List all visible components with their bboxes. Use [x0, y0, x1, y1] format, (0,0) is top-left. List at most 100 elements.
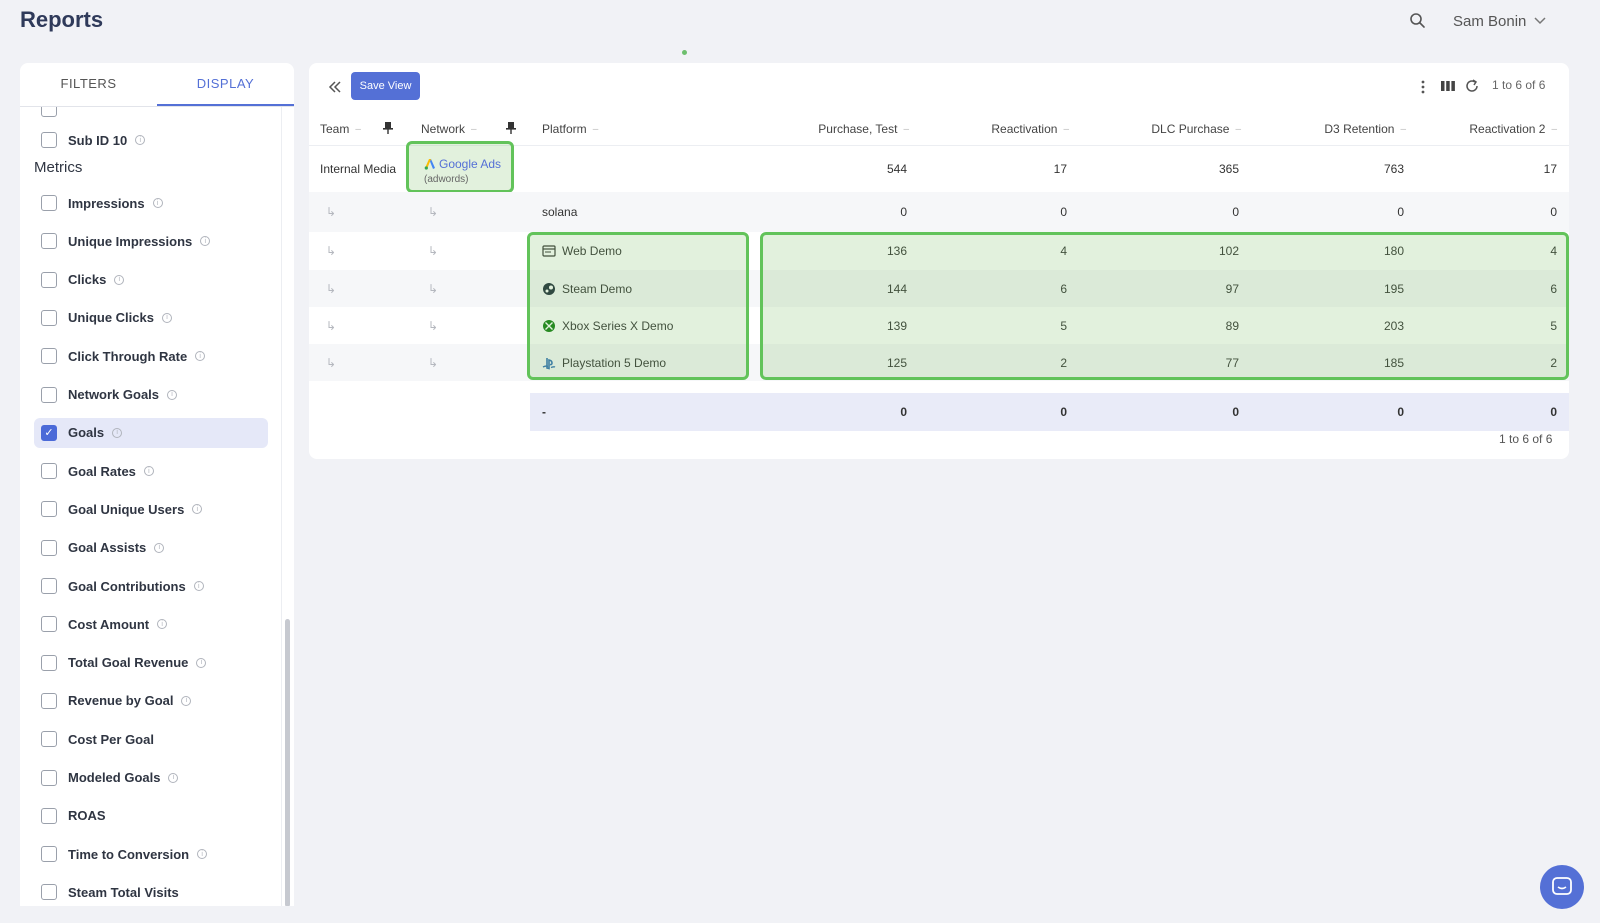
metric-option-revenue-by-goal[interactable]: Revenue by Goal i	[34, 686, 268, 716]
column-header-reactivation[interactable]: Reactivation –	[909, 118, 1069, 140]
column-header-reactivation-2[interactable]: Reactivation 2–	[1406, 118, 1557, 140]
info-icon[interactable]: i	[112, 427, 123, 438]
column-header-dlc-purchase[interactable]: DLC Purchase –	[1069, 118, 1241, 140]
column-header-network[interactable]: Network –	[421, 118, 491, 140]
metric-option-goals[interactable]: ✓ Goals i	[34, 417, 268, 448]
info-icon[interactable]: i	[181, 695, 192, 706]
checkbox[interactable]	[41, 132, 57, 148]
checkbox[interactable]	[41, 731, 57, 748]
metric-option-time-to-conversion[interactable]: Time to Conversion i	[34, 839, 268, 869]
table-row[interactable]: ↳ ↳ Xbox Series X Demo 139 5 89 203 5	[309, 307, 1569, 344]
pin-icon[interactable]	[382, 121, 394, 135]
checkbox[interactable]	[41, 271, 57, 288]
metric-option-steam-total-visits[interactable]: Steam Total Visits	[34, 877, 268, 906]
info-icon[interactable]: i	[192, 504, 203, 515]
column-header-team[interactable]: Team –	[320, 118, 380, 140]
checkbox[interactable]	[41, 616, 57, 633]
metric-option-roas[interactable]: ROAS	[34, 801, 268, 831]
sub-row-arrow-icon: ↳	[326, 281, 337, 296]
checkbox-checked[interactable]: ✓	[41, 424, 57, 441]
checkbox[interactable]	[41, 348, 57, 365]
info-icon[interactable]: i	[157, 619, 168, 630]
total-value: 0	[900, 405, 907, 419]
info-icon[interactable]: i	[168, 772, 179, 783]
value-cell: 185	[1383, 355, 1404, 370]
metric-option-impressions[interactable]: Impressions i	[34, 188, 268, 218]
column-header-d3-retention[interactable]: D3 Retention –	[1241, 118, 1406, 140]
checkbox[interactable]	[41, 195, 57, 211]
sub-row-arrow-icon: ↳	[428, 205, 439, 219]
checkbox[interactable]	[41, 539, 57, 556]
sub-id-10-option[interactable]: Sub ID 10 i	[34, 125, 268, 155]
checkbox[interactable]	[41, 692, 57, 709]
tab-filters[interactable]: FILTERS	[20, 63, 157, 106]
pin-icon[interactable]	[505, 121, 517, 135]
header-label: Reactivation 2	[1469, 122, 1546, 136]
metric-option-modeled-goals[interactable]: Modeled Goals i	[34, 763, 268, 793]
search-icon[interactable]	[1408, 11, 1428, 31]
value-cell: 195	[1383, 281, 1404, 296]
sort-indicator: –	[592, 123, 599, 135]
display-options-list[interactable]: Sub ID 10 i Metrics Impressions i Unique I…	[20, 107, 282, 906]
playstation-icon	[542, 357, 556, 370]
checkbox[interactable]	[41, 578, 57, 594]
scrollbar-thumb[interactable]	[285, 619, 290, 906]
checkbox[interactable]	[41, 769, 57, 786]
metric-option-cost-amount[interactable]: Cost Amount i	[34, 609, 268, 639]
info-icon[interactable]: i	[154, 542, 165, 553]
metric-option-unique-clicks[interactable]: Unique Clicks i	[34, 303, 268, 333]
platform-name: Web Demo	[562, 244, 622, 258]
checkbox[interactable]	[41, 107, 57, 117]
column-header-purchase-test[interactable]: Purchase, Test –	[729, 118, 909, 140]
table-row[interactable]: ↳ ↳ Playstation 5 Demo 125 2 77 185 2	[309, 344, 1569, 381]
table-row[interactable]: ↳ ↳ solana 0 0 0 0 0	[309, 192, 1569, 232]
info-icon[interactable]: i	[196, 657, 207, 668]
columns-icon[interactable]	[1440, 78, 1456, 94]
metric-option-network-goals[interactable]: Network Goals i	[34, 380, 268, 410]
more-options-icon[interactable]	[1417, 78, 1429, 96]
table-row[interactable]: ↳ ↳ Steam Demo 144 6 97 195 6	[309, 270, 1569, 307]
sub-row-arrow-icon: ↳	[326, 355, 337, 370]
header-label: Purchase, Test	[818, 122, 898, 136]
checkbox[interactable]	[41, 846, 57, 863]
checkbox[interactable]	[41, 501, 57, 518]
checkbox[interactable]	[41, 807, 57, 824]
metric-option-unique-impressions[interactable]: Unique Impressions i	[34, 226, 268, 256]
refresh-icon[interactable]	[1464, 78, 1480, 94]
table-row[interactable]: ↳ ↳ Web Demo 136 4 102 180 4	[309, 232, 1569, 270]
metric-option-goal-contributions[interactable]: Goal Contributions i	[34, 571, 268, 601]
metric-option-goal-unique-users[interactable]: Goal Unique Users i	[34, 494, 268, 524]
list-item-partial[interactable]	[34, 107, 268, 124]
user-menu[interactable]: Sam Bonin	[1453, 10, 1546, 32]
checkbox[interactable]	[41, 309, 57, 326]
checkbox[interactable]	[41, 884, 57, 901]
metric-option-click-through-rate[interactable]: Click Through Rate i	[34, 341, 268, 371]
info-icon[interactable]: i	[114, 274, 125, 285]
total-value: 0	[1232, 405, 1239, 419]
checkbox[interactable]	[41, 654, 57, 671]
info-icon[interactable]: i	[143, 466, 154, 477]
info-icon[interactable]: i	[161, 312, 172, 323]
metric-option-goal-assists[interactable]: Goal Assists i	[34, 533, 268, 563]
checkbox[interactable]	[41, 233, 57, 250]
save-view-button[interactable]: Save View	[351, 72, 420, 100]
metric-option-goal-rates[interactable]: Goal Rates i	[34, 456, 268, 486]
google-ads-link[interactable]: Google Ads	[424, 157, 501, 171]
info-icon[interactable]: i	[200, 236, 211, 247]
metric-option-cost-per-goal[interactable]: Cost Per Goal	[34, 724, 268, 754]
collapse-sidebar-icon[interactable]	[325, 77, 345, 97]
metric-option-clicks[interactable]: Clicks i	[34, 265, 268, 295]
checkbox[interactable]	[41, 386, 57, 403]
chat-button[interactable]	[1540, 865, 1584, 909]
tab-display[interactable]: DISPLAY	[157, 63, 294, 106]
network-subtitle: (adwords)	[424, 174, 469, 185]
column-header-platform[interactable]: Platform –	[542, 118, 622, 140]
info-icon[interactable]: i	[197, 849, 208, 860]
info-icon[interactable]: i	[193, 581, 204, 591]
info-icon[interactable]: i	[167, 389, 178, 400]
metric-option-total-goal-revenue[interactable]: Total Goal Revenue i	[34, 648, 268, 678]
info-icon[interactable]: i	[152, 198, 163, 208]
info-icon[interactable]: i	[135, 135, 146, 145]
info-icon[interactable]: i	[195, 351, 206, 362]
checkbox[interactable]	[41, 463, 57, 480]
